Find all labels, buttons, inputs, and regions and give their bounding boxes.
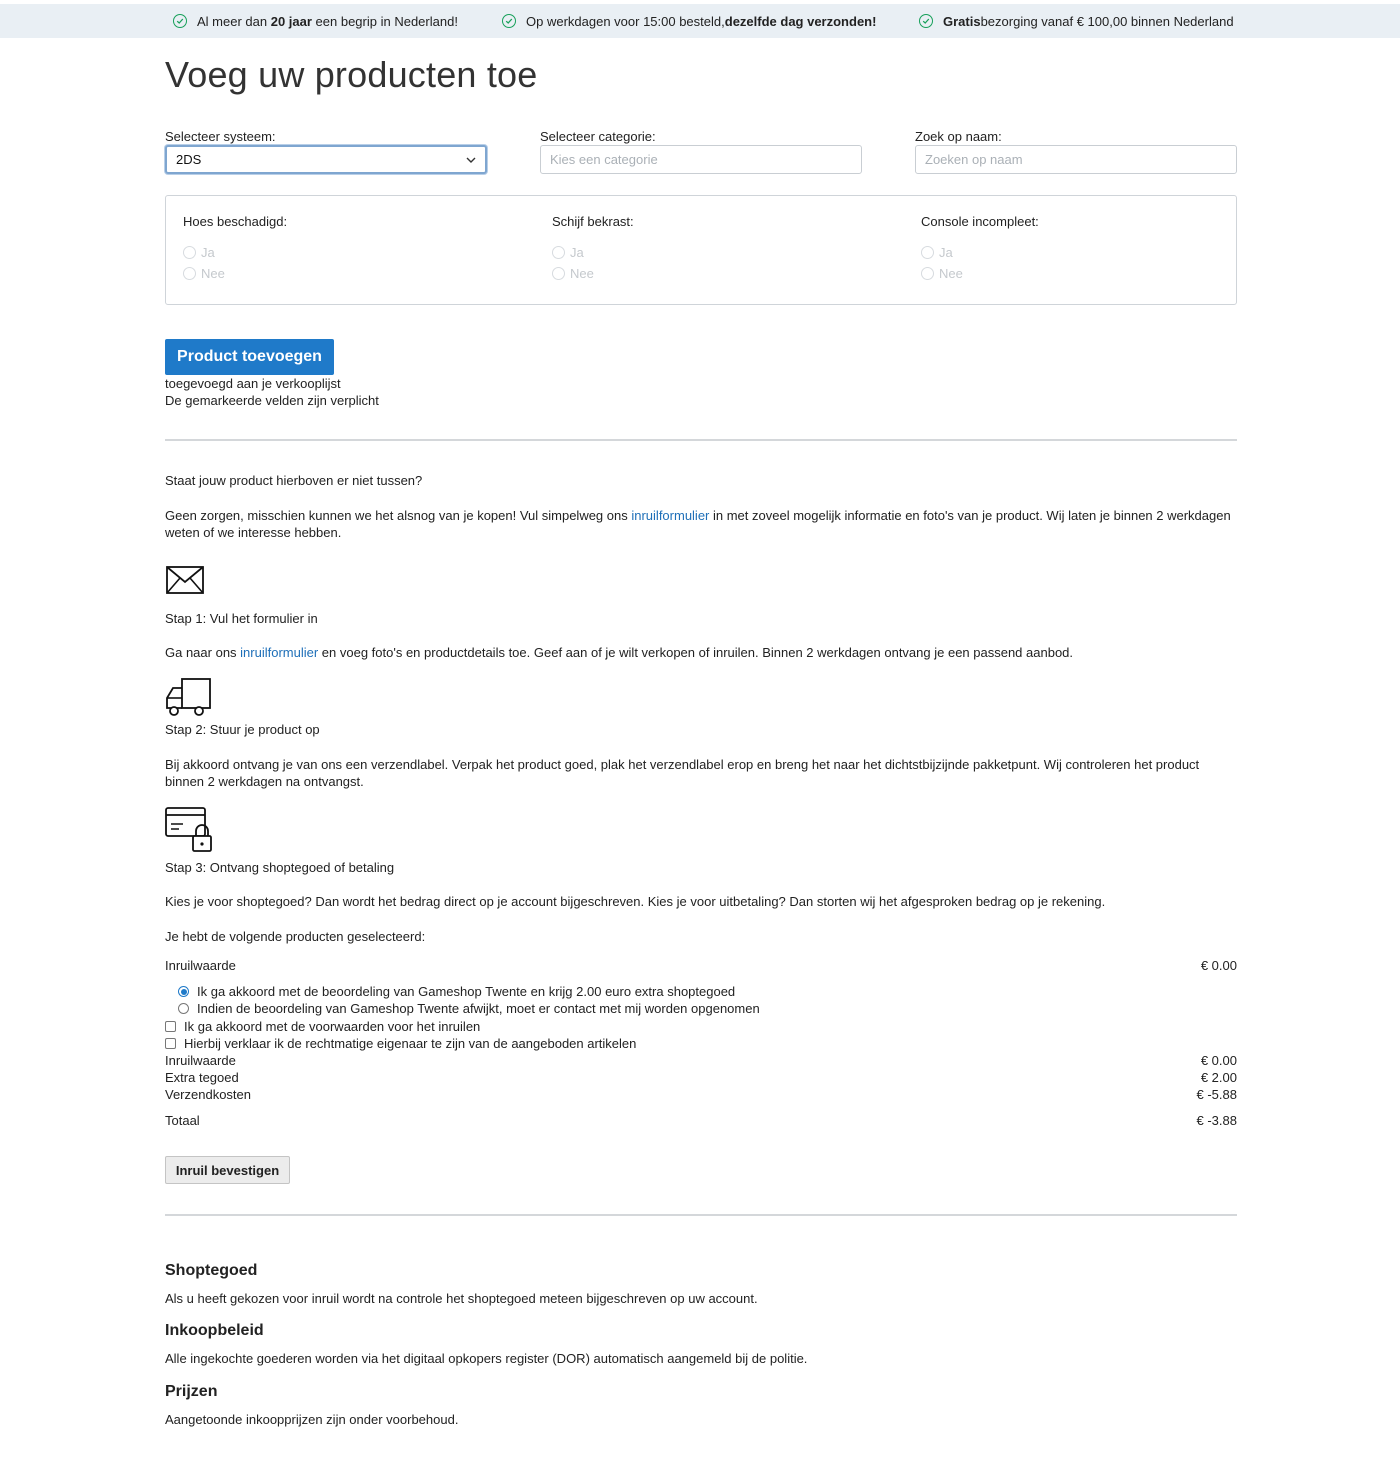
summary-line: Verzendkosten € -5.88 — [165, 1087, 1237, 1102]
prices-heading: Prijzen — [165, 1383, 218, 1400]
search-input[interactable]: Zoeken op naam — [915, 145, 1237, 174]
checkbox-icon — [165, 1021, 176, 1032]
system-label: Selecteer systeem: — [165, 129, 276, 144]
summary-line: Inruilwaarde € 0.00 — [165, 1053, 1237, 1068]
condition-case-damaged: Hoes beschadigd: Ja Nee — [183, 214, 287, 284]
option-agree-assessment[interactable]: Ik ga akkoord met de beoordeling van Gam… — [178, 984, 735, 999]
terms-checkbox[interactable]: Ik ga akkoord met de voorwaarden voor he… — [165, 1019, 480, 1034]
system-select-value: 2DS — [176, 152, 202, 167]
page-title: Voeg uw producten toe — [165, 54, 538, 95]
condition-console-incomplete: Console incompleet: Ja Nee — [921, 214, 1039, 284]
conditions-panel: Hoes beschadigd: Ja Nee Schijf bekrast: … — [165, 195, 1237, 305]
radio-circle-icon — [183, 246, 196, 259]
step3-title: Stap 3: Ontvang shoptegoed of betaling — [165, 860, 395, 875]
condition-title: Console incompleet: — [921, 214, 1039, 229]
radio-yes[interactable]: Ja — [921, 242, 1039, 263]
added-note: toegevoegd aan je verkooplijst — [165, 376, 341, 391]
divider — [165, 439, 1237, 441]
radio-no[interactable]: Nee — [552, 263, 634, 284]
search-label: Zoek op naam: — [915, 129, 1002, 144]
category-label: Selecteer categorie: — [540, 129, 656, 144]
divider — [165, 1214, 1237, 1216]
checkbox-icon — [165, 1038, 176, 1049]
purchase-policy-text: Alle ingekochte goederen worden via het … — [165, 1351, 808, 1366]
trade-in-form-link[interactable]: inruilformulier — [631, 508, 709, 523]
radio-no[interactable]: Nee — [183, 263, 287, 284]
radio-yes[interactable]: Ja — [552, 242, 634, 263]
step3-text: Kies je voor shoptegoed? Dan wordt het b… — [165, 894, 1106, 909]
condition-title: Schijf bekrast: — [552, 214, 634, 229]
condition-title: Hoes beschadigd: — [183, 214, 288, 229]
radio-circle-icon — [552, 267, 565, 280]
step2-title: Stap 2: Stuur je product op — [165, 722, 320, 737]
not-listed-question: Staat jouw product hierboven er niet tus… — [165, 473, 423, 488]
step2-text: Bij akkoord ontvang je van ons een verze… — [165, 757, 1200, 789]
chevron-down-icon — [466, 157, 476, 163]
radio-yes[interactable]: Ja — [183, 242, 287, 263]
system-select[interactable]: 2DS — [165, 145, 487, 174]
radio-circle-icon — [921, 246, 934, 259]
step1-text: Ga naar ons inruilformulier en voeg foto… — [165, 645, 1074, 660]
shop-credit-text: Als u heeft gekozen voor inruil wordt na… — [165, 1291, 758, 1306]
step1-title: Stap 1: Vul het formulier in — [165, 611, 318, 626]
category-select[interactable]: Kies een categorie — [540, 145, 862, 174]
radio-circle-icon — [183, 267, 196, 280]
not-listed-intro: Geen zorgen, misschien kunnen we het als… — [165, 508, 1231, 540]
summary-total: Totaal € -3.88 — [165, 1113, 1237, 1128]
option-contact-me[interactable]: Indien de beoordeling van Gameshop Twent… — [178, 1001, 760, 1016]
radio-selected-icon — [178, 986, 189, 997]
radio-circle-icon — [552, 246, 565, 259]
radio-no[interactable]: Nee — [921, 263, 1039, 284]
selected-products-intro: Je hebt de volgende producten geselectee… — [165, 929, 426, 944]
summary-line: Extra tegoed € 2.00 — [165, 1070, 1237, 1085]
check-circle-icon — [502, 14, 516, 28]
radio-circle-icon — [921, 267, 934, 280]
required-note: De gemarkeerde velden zijn verplicht — [165, 393, 379, 408]
purchase-policy-heading: Inkoopbeleid — [165, 1322, 264, 1339]
confirm-trade-in-button[interactable]: Inruil bevestigen — [165, 1156, 290, 1184]
usp-item-free-delivery: Gratis bezorging vanaf € 100,00 binnen N… — [919, 4, 1234, 38]
shop-credit-heading: Shoptegoed — [165, 1262, 258, 1279]
search-placeholder: Zoeken op naam — [925, 152, 1023, 167]
radio-circle-icon — [178, 1003, 189, 1014]
prices-text: Aangetoonde inkoopprijzen zijn onder voo… — [165, 1412, 459, 1427]
add-product-button[interactable]: Product toevoegen — [165, 339, 334, 375]
usp-bar: Al meer dan 20 jaar een begrip in Nederl… — [0, 4, 1400, 38]
check-circle-icon — [173, 14, 187, 28]
usp-item-shipping: Op werkdagen voor 15:00 besteld, dezelfd… — [502, 4, 876, 38]
credit-card-lock-icon — [165, 806, 215, 857]
category-placeholder: Kies een categorie — [550, 152, 658, 167]
envelope-icon — [165, 564, 205, 599]
trade-value-row: Inruilwaarde € 0.00 — [165, 958, 1237, 973]
trade-in-form-link[interactable]: inruilformulier — [240, 645, 318, 660]
truck-icon — [165, 676, 213, 721]
check-circle-icon — [919, 14, 933, 28]
condition-disc-scratched: Schijf bekrast: Ja Nee — [552, 214, 634, 284]
owner-checkbox[interactable]: Hierbij verklaar ik de rechtmatige eigen… — [165, 1036, 636, 1051]
usp-item-experience: Al meer dan 20 jaar een begrip in Nederl… — [173, 4, 458, 38]
